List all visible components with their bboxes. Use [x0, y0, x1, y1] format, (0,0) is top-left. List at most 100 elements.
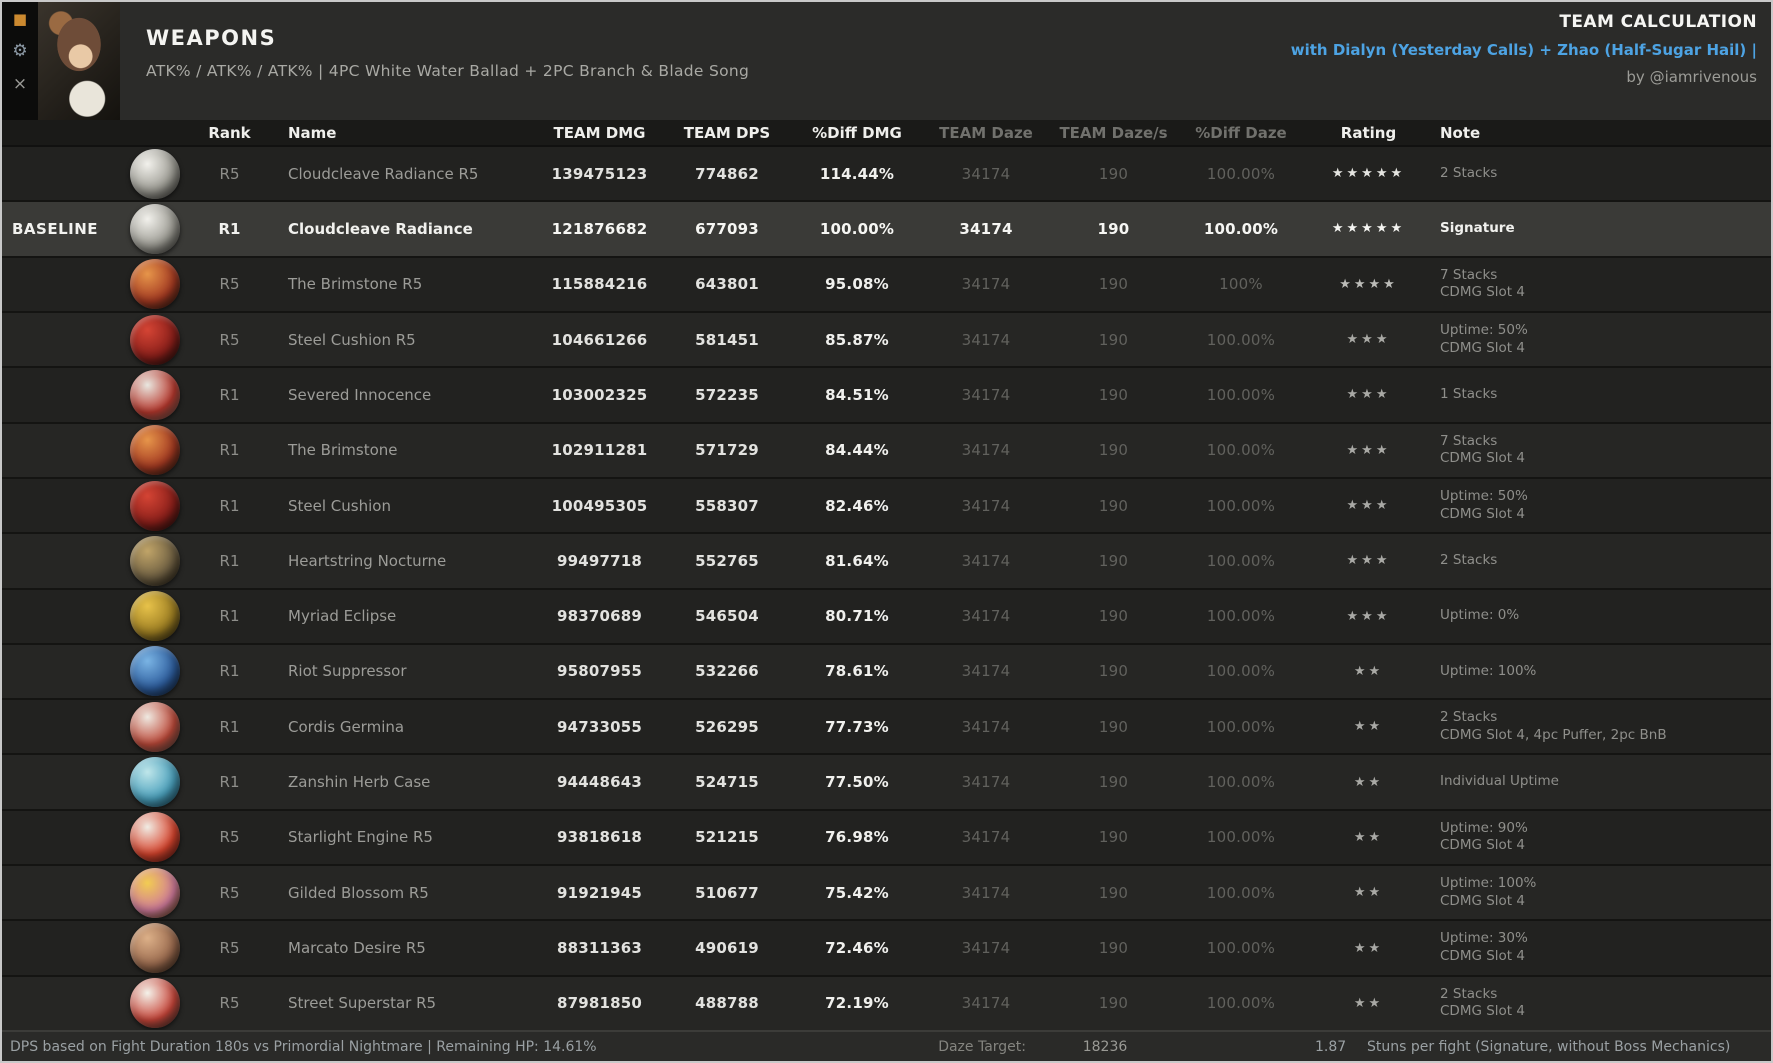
steel-cushion-icon	[129, 314, 180, 365]
footer: DPS based on Fight Duration 180s vs Prim…	[2, 1030, 1771, 1061]
diff-daze-cell: 100.00%	[1206, 385, 1276, 404]
team-daze-cell: 34174	[959, 219, 1013, 238]
steel-cushion-icon	[129, 480, 180, 531]
note-cell: 2 Stacks	[1440, 552, 1498, 569]
rating-stars: ★★★	[1346, 553, 1391, 569]
starlight-engine-icon	[129, 812, 180, 863]
diff-dmg-cell: 82.46%	[825, 496, 889, 515]
rating-stars: ★★★★★	[1331, 166, 1406, 182]
team-daze-s-cell: 190	[1098, 717, 1129, 736]
weapon-name: Cordis Germina	[288, 717, 405, 736]
team-daze-s-cell: 190	[1098, 330, 1129, 349]
rank-cell: R5	[219, 883, 240, 902]
team-daze-s-cell: 190	[1098, 164, 1129, 183]
team-dmg-cell: 104661266	[551, 330, 648, 349]
character-portrait	[38, 2, 120, 120]
note-cell: Uptime: 90% CDMG Slot 4	[1440, 819, 1528, 854]
col-name: Name	[288, 123, 337, 142]
close-icon[interactable]: ×	[13, 76, 27, 93]
weapon-name: Cloudcleave Radiance	[288, 219, 473, 238]
note-cell: Uptime: 50% CDMG Slot 4	[1440, 487, 1528, 522]
weapon-icon-cell	[112, 425, 197, 476]
weapon-name: Starlight Engine R5	[288, 828, 433, 847]
weapon-icon-cell	[112, 701, 197, 752]
team-daze-cell: 34174	[961, 717, 1011, 736]
badge-icon[interactable]: ■	[13, 12, 27, 27]
rating-stars: ★★★	[1346, 608, 1391, 624]
weapon-name: Steel Cushion R5	[288, 330, 416, 349]
build-subtitle: ATK% / ATK% / ATK% | 4PC White Water Bal…	[146, 62, 750, 80]
app-window: ■ ⚙ × WEAPONS ATK% / ATK% / ATK% | 4PC W…	[0, 0, 1773, 1063]
col-diff-daze: %Diff Daze	[1195, 123, 1287, 142]
note-cell: Uptime: 30% CDMG Slot 4	[1440, 930, 1528, 965]
rating-stars: ★★★	[1346, 387, 1391, 403]
table-row: BASELINE R1 Cloudcleave Radiance 1218766…	[2, 200, 1771, 256]
weapon-name: Zanshin Herb Case	[288, 773, 431, 792]
team-daze-s-cell: 190	[1098, 385, 1129, 404]
team-daze-cell: 34174	[961, 939, 1011, 958]
table-body: R5 Cloudcleave Radiance R5 139475123 774…	[2, 147, 1771, 1030]
footer-dps-info: DPS based on Fight Duration 180s vs Prim…	[10, 1039, 597, 1055]
diff-dmg-cell: 72.19%	[825, 994, 889, 1013]
team-daze-s-cell: 190	[1098, 441, 1129, 460]
note-cell: 7 Stacks CDMG Slot 4	[1440, 432, 1525, 467]
marcato-desire-icon	[129, 923, 180, 974]
gear-icon[interactable]: ⚙	[12, 43, 27, 60]
diff-dmg-cell: 77.73%	[825, 717, 889, 736]
diff-daze-cell: 100.00%	[1206, 551, 1276, 570]
team-dps-cell: 643801	[695, 275, 759, 294]
diff-daze-cell: 100.00%	[1206, 717, 1276, 736]
heartstring-nocturne-icon	[129, 535, 180, 586]
weapon-icon-cell	[112, 646, 197, 697]
page-title: WEAPONS	[146, 26, 277, 50]
table-row: R1 Zanshin Herb Case 94448643 524715 77.…	[2, 753, 1771, 809]
diff-daze-cell: 100.00%	[1206, 441, 1276, 460]
rank-cell: R1	[219, 551, 240, 570]
table-row: R1 The Brimstone 102911281 571729 84.44%…	[2, 421, 1771, 477]
team-dmg-cell: 94448643	[556, 773, 643, 792]
team-daze-s-cell: 190	[1098, 939, 1129, 958]
team-dmg-cell: 93818618	[556, 828, 643, 847]
team-dmg-cell: 102911281	[551, 441, 648, 460]
team-daze-s-cell: 190	[1098, 551, 1129, 570]
weapon-name: Myriad Eclipse	[288, 607, 397, 626]
diff-dmg-cell: 81.64%	[825, 551, 889, 570]
diff-dmg-cell: 72.46%	[825, 939, 889, 958]
side-strip: ■ ⚙ ×	[2, 2, 38, 120]
team-dmg-cell: 99497718	[556, 551, 643, 570]
col-rank: Rank	[208, 123, 251, 142]
credit-line: by @iamrivenous	[1626, 68, 1757, 86]
team-daze-cell: 34174	[961, 883, 1011, 902]
team-calculation-title: TEAM CALCULATION	[1559, 12, 1757, 32]
note-cell: Uptime: 100%	[1440, 662, 1537, 679]
weapon-icon-cell	[112, 978, 197, 1029]
diff-dmg-cell: 78.61%	[825, 662, 889, 681]
rank-cell: R5	[219, 828, 240, 847]
diff-daze-cell: 100.00%	[1206, 496, 1276, 515]
team-dmg-cell: 121876682	[551, 219, 648, 238]
team-daze-cell: 34174	[961, 773, 1011, 792]
weapon-icon-cell	[112, 203, 197, 254]
team-daze-s-cell: 190	[1098, 607, 1129, 626]
table-row: R1 Myriad Eclipse 98370689 546504 80.71%…	[2, 587, 1771, 643]
team-dmg-cell: 115884216	[551, 275, 648, 294]
team-dmg-cell: 91921945	[556, 883, 643, 902]
diff-dmg-cell: 75.42%	[825, 883, 889, 902]
diff-daze-cell: 100.00%	[1206, 773, 1276, 792]
weapon-icon-cell	[112, 259, 197, 310]
team-dps-cell: 774862	[695, 164, 759, 183]
weapon-icon-cell	[112, 369, 197, 420]
diff-dmg-cell: 114.44%	[819, 164, 895, 183]
team-dmg-cell: 139475123	[551, 164, 648, 183]
rating-stars: ★★	[1353, 663, 1384, 679]
col-team-dps: TEAM DPS	[683, 123, 771, 142]
note-cell: 2 Stacks CDMG Slot 4	[1440, 985, 1525, 1020]
diff-dmg-cell: 80.71%	[825, 607, 889, 626]
rating-stars: ★★★	[1346, 498, 1391, 514]
daze-target-label: Daze Target:	[938, 1039, 1026, 1055]
team-dps-cell: 521215	[695, 828, 759, 847]
weapon-icon-cell	[112, 535, 197, 586]
team-dps-cell: 581451	[695, 330, 759, 349]
street-superstar-icon	[129, 978, 180, 1029]
team-daze-s-cell: 190	[1098, 662, 1129, 681]
